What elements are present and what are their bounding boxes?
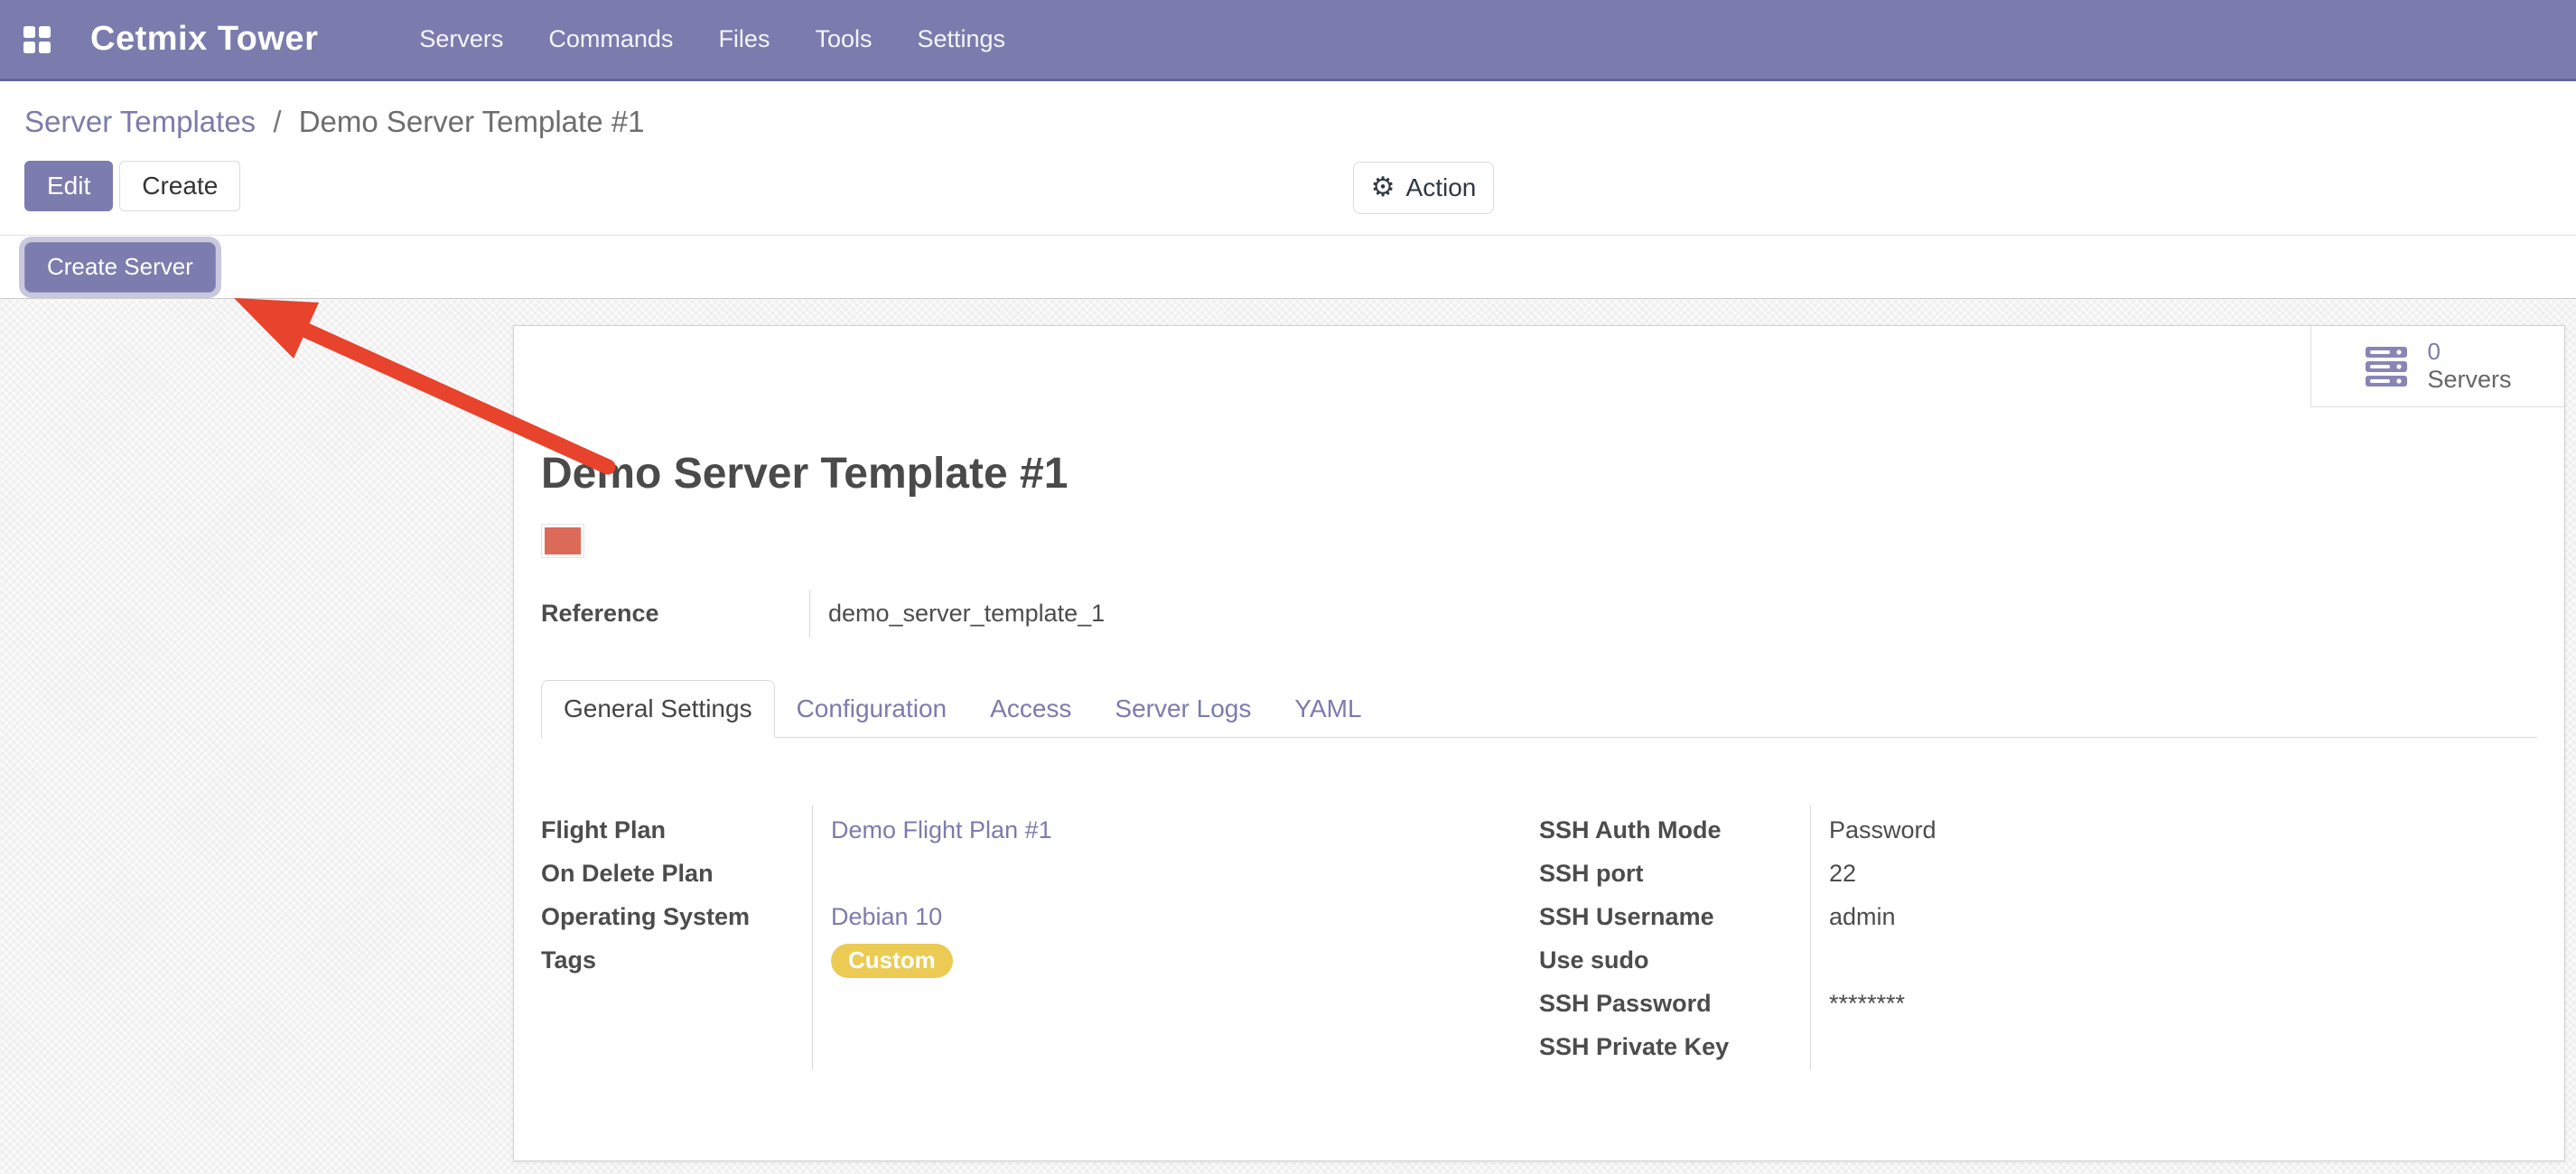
color-swatch[interactable]	[541, 524, 584, 558]
action-button-label: Action	[1406, 175, 1477, 200]
ssh-password-label: SSH Password	[1539, 990, 1712, 1018]
color-swatch-fill	[545, 527, 581, 554]
notebook-tabs: General Settings Configuration Access Se…	[541, 680, 2537, 738]
record-title: Demo Server Template #1	[541, 448, 2537, 500]
record-buttons: Edit Create	[24, 161, 2576, 211]
right-values-column: Password 22 admin ********	[1810, 806, 2537, 1069]
form-statusbar: Create Server	[0, 235, 2576, 299]
use-sudo-label: Use sudo	[1539, 946, 1649, 974]
tab-general-settings[interactable]: General Settings	[541, 680, 775, 738]
right-labels-column: SSH Auth Mode SSH port SSH Username Use …	[1539, 806, 1810, 1069]
ssh-private-key-label: SSH Private Key	[1539, 1033, 1729, 1061]
on-delete-plan-label: On Delete Plan	[541, 860, 714, 888]
field-group-left: Flight Plan On Delete Plan Operating Sys…	[541, 806, 1539, 1069]
servers-count: 0	[2427, 339, 2511, 366]
ssh-password-value: ********	[1829, 990, 1905, 1018]
edit-button[interactable]: Edit	[24, 161, 113, 211]
ssh-port-label: SSH port	[1539, 860, 1644, 888]
brand-title[interactable]: Cetmix Tower	[90, 20, 318, 59]
gear-icon: ⚙	[1371, 174, 1395, 201]
create-server-button[interactable]: Create Server	[24, 242, 216, 293]
tab-access[interactable]: Access	[968, 681, 1093, 737]
left-values-column: Demo Flight Plan #1 Debian 10 Custom	[812, 806, 1539, 1069]
operating-system-label: Operating System	[541, 903, 750, 931]
operating-system-value-link[interactable]: Debian 10	[831, 903, 942, 931]
reference-row: Reference demo_server_template_1	[541, 591, 2537, 638]
menu-item-tools[interactable]: Tools	[813, 20, 873, 59]
ssh-auth-mode-value: Password	[1829, 816, 1937, 844]
breadcrumb-current: Demo Server Template #1	[299, 105, 645, 138]
menu-item-files[interactable]: Files	[716, 20, 771, 59]
menu-item-commands[interactable]: Commands	[546, 20, 675, 59]
field-group-right: SSH Auth Mode SSH port SSH Username Use …	[1539, 806, 2537, 1069]
ssh-username-label: SSH Username	[1539, 903, 1714, 931]
reference-value: demo_server_template_1	[809, 591, 1105, 638]
menu-item-settings[interactable]: Settings	[915, 20, 1007, 59]
menu-item-servers[interactable]: Servers	[417, 20, 505, 59]
tab-server-logs[interactable]: Server Logs	[1093, 681, 1273, 737]
top-navbar: Cetmix Tower Servers Commands Files Tool…	[0, 0, 2576, 81]
sheet-body: Demo Server Template #1 Reference demo_s…	[514, 448, 2564, 1069]
general-settings-fields: Flight Plan On Delete Plan Operating Sys…	[541, 806, 2537, 1069]
ssh-username-value: admin	[1829, 903, 1896, 931]
left-labels-column: Flight Plan On Delete Plan Operating Sys…	[541, 806, 812, 1069]
create-button[interactable]: Create	[119, 161, 240, 211]
servers-stat-text: 0 Servers	[2427, 339, 2511, 394]
main-menu: Servers Commands Files Tools Settings	[417, 20, 1007, 59]
record-sheet: 0 Servers Demo Server Template #1 Refere…	[513, 325, 2565, 1161]
control-panel: Server Templates / Demo Server Template …	[0, 81, 2576, 235]
breadcrumb-parent-link[interactable]: Server Templates	[24, 105, 256, 138]
breadcrumb: Server Templates / Demo Server Template …	[24, 105, 2576, 139]
servers-stat-button[interactable]: 0 Servers	[2310, 326, 2564, 407]
tab-configuration[interactable]: Configuration	[775, 681, 969, 737]
breadcrumb-separator: /	[273, 105, 281, 138]
app-window: Cetmix Tower Servers Commands Files Tool…	[0, 0, 2576, 1174]
apps-grid-icon	[23, 26, 51, 53]
flight-plan-value-link[interactable]: Demo Flight Plan #1	[831, 816, 1052, 844]
reference-label: Reference	[541, 591, 809, 638]
action-button[interactable]: ⚙ Action	[1353, 162, 1494, 214]
tags-label: Tags	[541, 946, 596, 974]
tab-yaml[interactable]: YAML	[1273, 681, 1383, 737]
servers-icon	[2364, 344, 2409, 389]
form-view-background: 0 Servers Demo Server Template #1 Refere…	[0, 299, 2576, 1174]
ssh-auth-mode-label: SSH Auth Mode	[1539, 816, 1722, 844]
servers-label: Servers	[2427, 366, 2511, 394]
ssh-port-value: 22	[1829, 860, 1856, 888]
tag-badge-custom: Custom	[831, 944, 953, 978]
apps-menu-icon[interactable]	[16, 19, 58, 61]
flight-plan-label: Flight Plan	[541, 816, 666, 844]
